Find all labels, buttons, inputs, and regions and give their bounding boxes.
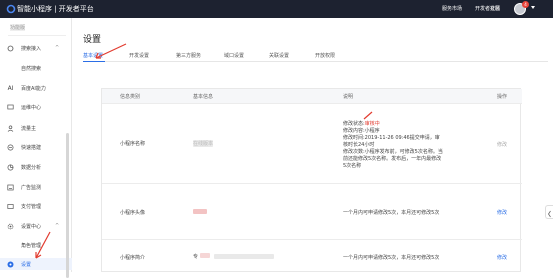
row-info: 在线版本 <box>193 140 214 147</box>
main-content: 设置 基本设置 开发设置 第三方服务 域口设置 关联设置 开放权限 信息类别 基… <box>72 18 553 272</box>
edit-name-link[interactable]: 修改 <box>497 141 507 148</box>
build-icon <box>7 144 14 151</box>
settings-table: 信息类别 基本信息 说明 操作 小程序名称 在线版本 修改状态:审核中 修改内容… <box>101 88 522 273</box>
row-description: 修改状态:审核中 修改内容:小程序 修改时间:2019-11-26 09:46提… <box>343 121 443 169</box>
sidebar-item-analytics[interactable]: 数据分析 <box>0 161 72 173</box>
sidebar-item-roles[interactable]: 角色管理 <box>0 239 72 251</box>
tab-link-settings[interactable]: 关联设置 <box>269 52 289 59</box>
chart-icon <box>7 164 14 171</box>
intro-redaction <box>214 254 274 259</box>
ai-icon: AI <box>7 84 14 92</box>
gear-icon <box>7 223 14 230</box>
user-icon <box>7 125 14 132</box>
search-connect-icon <box>7 45 14 52</box>
table-row: 小程序名称 在线版本 修改状态:审核中 修改内容:小程序 修改时间:2019-1… <box>102 103 522 183</box>
tab-basic-settings[interactable]: 基本设置 <box>83 52 103 59</box>
sidebar-item-ops[interactable]: 运维中心 <box>0 101 72 113</box>
sidebar: 功能版 搜索接入 ^ 自然搜索 AI 百度AI能力 运维中心 流量主 快速搭建 … <box>0 18 72 278</box>
sidebar-divider <box>8 35 66 36</box>
sidebar-item-ads[interactable]: 广告监测 <box>0 181 72 193</box>
sidebar-scrollbar[interactable] <box>66 133 69 278</box>
status-badge: 审核中 <box>364 121 380 127</box>
intro-redaction <box>200 253 210 258</box>
nav-service-market[interactable]: 服务市场 <box>442 5 462 12</box>
row-category: 小程序名称 <box>120 141 146 147</box>
tab-dev-settings[interactable]: 开发设置 <box>129 52 149 59</box>
sidebar-item-search[interactable]: 搜索接入 ^ <box>0 42 72 54</box>
feedback-icon <box>547 203 552 222</box>
sidebar-item-natural-search[interactable]: 自然搜索 <box>0 62 72 74</box>
platform-title: 智能小程序 | 开发者平台 <box>17 5 94 13</box>
settings-icon <box>7 261 14 268</box>
sidebar-item-ai[interactable]: AI 百度AI能力 <box>0 82 72 94</box>
page-title: 设置 <box>83 35 102 45</box>
edit-intro-link[interactable]: 修改 <box>497 254 507 261</box>
chevron-up-icon: ^ <box>55 223 60 229</box>
edit-avatar-link[interactable]: 修改 <box>497 209 507 216</box>
tab-domain-settings[interactable]: 域口设置 <box>224 52 244 59</box>
row-description: 一个月内可申请修改5次，本月还可修改5次 <box>343 255 440 261</box>
table-row: 小程序头像 一个月内可申请修改5次，本月还可修改5次 修改 <box>102 183 522 239</box>
row-category: 小程序头像 <box>120 210 146 216</box>
table-row: 小程序简介 专 一个月内可申请修改5次，本月还可修改5次 修改 <box>102 239 522 273</box>
row-info: 专 <box>193 254 199 260</box>
nav-docs[interactable]: 文档 <box>490 5 500 12</box>
sidebar-item-quick-build[interactable]: 快速搭建 <box>0 141 72 153</box>
top-bar: 智能小程序 | 开发者平台 服务市场 开发者社区 文档 4 <box>0 0 553 18</box>
row-category: 小程序简介 <box>120 255 146 261</box>
tab-underline <box>83 61 105 62</box>
sidebar-item-settings-center[interactable]: 设置中心 ^ <box>0 220 72 232</box>
app-avatar-image <box>193 209 207 214</box>
monitor-icon <box>7 104 14 111</box>
sidebar-app-name[interactable]: 功能版 <box>0 21 72 33</box>
row-description: 一个月内可申请修改5次，本月还可修改5次 <box>343 210 440 216</box>
sidebar-item-traffic[interactable]: 流量主 <box>0 122 72 134</box>
logo-icon[interactable] <box>5 3 17 15</box>
tab-permissions[interactable]: 开放权限 <box>315 52 335 59</box>
sidebar-item-payment[interactable]: 支付管理 <box>0 200 72 212</box>
notification-badge: 4 <box>522 1 529 8</box>
sidebar-item-settings[interactable]: 设置 <box>0 258 72 270</box>
table-header: 信息类别 基本信息 说明 操作 <box>102 89 522 103</box>
feedback-tab[interactable] <box>545 205 553 219</box>
tab-bar: 基本设置 开发设置 第三方服务 域口设置 关联设置 开放权限 <box>83 50 548 62</box>
chevron-down-icon[interactable] <box>531 6 535 9</box>
wallet-icon <box>7 203 14 210</box>
tab-third-party[interactable]: 第三方服务 <box>176 52 201 59</box>
chevron-up-icon: ^ <box>55 45 60 51</box>
ad-icon <box>7 184 14 191</box>
